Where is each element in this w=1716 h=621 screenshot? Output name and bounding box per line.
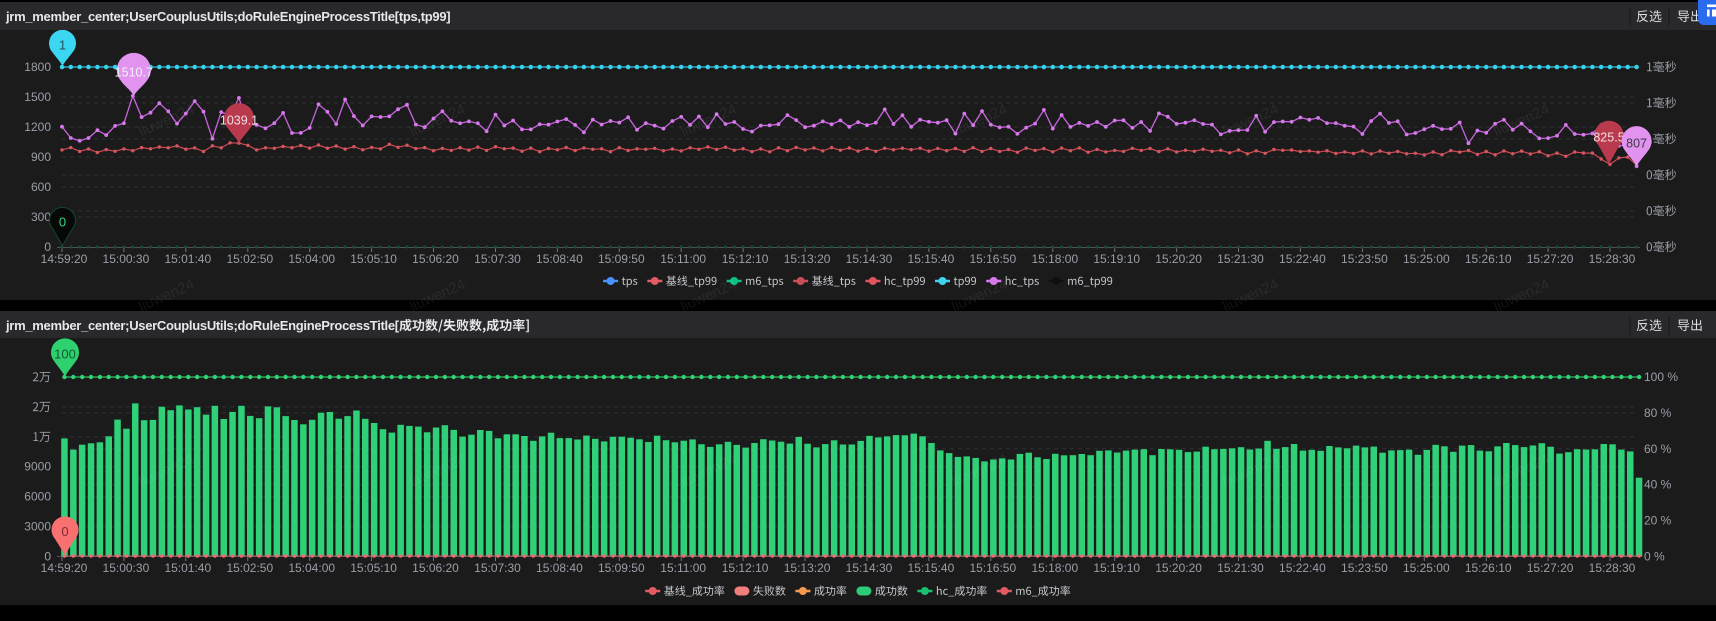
svg-text:0 %: 0 % — [1644, 550, 1665, 564]
svg-text:15:08:40: 15:08:40 — [536, 252, 583, 266]
svg-text:15:02:50: 15:02:50 — [226, 561, 273, 575]
svg-text:15:07:30: 15:07:30 — [474, 252, 521, 266]
svg-text:15:19:10: 15:19:10 — [1093, 561, 1140, 575]
svg-text:1200: 1200 — [24, 120, 51, 134]
svg-text:900: 900 — [31, 150, 51, 164]
svg-text:807: 807 — [1626, 137, 1647, 151]
svg-text:15:14:30: 15:14:30 — [846, 561, 893, 575]
svg-text:15:00:30: 15:00:30 — [103, 252, 150, 266]
svg-text:14:59:20: 14:59:20 — [41, 252, 88, 266]
svg-text:15:26:10: 15:26:10 — [1465, 561, 1512, 575]
svg-text:1039.1: 1039.1 — [220, 114, 258, 128]
svg-text:15:04:00: 15:04:00 — [288, 252, 335, 266]
svg-text:6000: 6000 — [24, 490, 51, 504]
svg-text:15:25:00: 15:25:00 — [1403, 252, 1450, 266]
svg-text:15:16:50: 15:16:50 — [969, 252, 1016, 266]
svg-text:15:15:40: 15:15:40 — [908, 561, 955, 575]
svg-text:14:59:20: 14:59:20 — [41, 561, 88, 575]
svg-text:15:25:00: 15:25:00 — [1403, 561, 1450, 575]
svg-text:15:18:00: 15:18:00 — [1031, 561, 1078, 575]
svg-text:1800: 1800 — [24, 60, 51, 74]
svg-text:15:00:30: 15:00:30 — [103, 561, 150, 575]
svg-text:15:22:40: 15:22:40 — [1279, 561, 1326, 575]
svg-text:1510.7: 1510.7 — [115, 66, 153, 80]
svg-text:15:09:50: 15:09:50 — [598, 252, 645, 266]
svg-text:15:20:20: 15:20:20 — [1155, 561, 1202, 575]
svg-text:100: 100 — [54, 347, 76, 362]
svg-text:15:11:00: 15:11:00 — [660, 561, 706, 575]
svg-text:0: 0 — [59, 215, 66, 230]
svg-text:15:27:20: 15:27:20 — [1527, 252, 1574, 266]
svg-text:0: 0 — [61, 524, 68, 539]
svg-text:15:19:10: 15:19:10 — [1093, 252, 1140, 266]
svg-text:15:07:30: 15:07:30 — [474, 561, 521, 575]
svg-text:15:02:50: 15:02:50 — [226, 252, 273, 266]
svg-text:15:13:20: 15:13:20 — [784, 561, 831, 575]
svg-text:15:05:10: 15:05:10 — [350, 252, 397, 266]
svg-text:15:08:40: 15:08:40 — [536, 561, 583, 575]
svg-text:15:14:30: 15:14:30 — [846, 252, 893, 266]
svg-text:15:06:20: 15:06:20 — [412, 252, 459, 266]
svg-text:jrm_member_center;UserCouplusU: jrm_member_center;UserCouplusUtils;doRul… — [5, 318, 400, 333]
svg-text:15:18:00: 15:18:00 — [1031, 252, 1078, 266]
svg-text:1500: 1500 — [24, 90, 51, 104]
svg-text:15:21:30: 15:21:30 — [1217, 561, 1264, 575]
svg-text:40 %: 40 % — [1644, 478, 1672, 492]
svg-text:15:16:50: 15:16:50 — [969, 561, 1016, 575]
svg-text:15:13:20: 15:13:20 — [784, 252, 831, 266]
svg-text:9000: 9000 — [24, 460, 51, 474]
svg-text:15:09:50: 15:09:50 — [598, 561, 645, 575]
svg-text:15:04:00: 15:04:00 — [288, 561, 335, 575]
svg-text:15:12:10: 15:12:10 — [722, 252, 769, 266]
svg-text:15:27:20: 15:27:20 — [1527, 561, 1574, 575]
svg-text:15:15:40: 15:15:40 — [908, 252, 955, 266]
svg-text:15:05:10: 15:05:10 — [350, 561, 397, 575]
svg-text:15:22:40: 15:22:40 — [1279, 252, 1326, 266]
svg-text:60 %: 60 % — [1644, 442, 1672, 456]
svg-text:15:20:20: 15:20:20 — [1155, 252, 1202, 266]
svg-text:15:23:50: 15:23:50 — [1341, 252, 1388, 266]
svg-text:15:26:10: 15:26:10 — [1465, 252, 1512, 266]
svg-text:15:01:40: 15:01:40 — [164, 252, 211, 266]
svg-text:15:06:20: 15:06:20 — [412, 561, 459, 575]
svg-text:300: 300 — [31, 210, 51, 224]
svg-text:15:28:30: 15:28:30 — [1589, 561, 1636, 575]
svg-text:15:01:40: 15:01:40 — [164, 561, 211, 575]
svg-text:100 %: 100 % — [1644, 370, 1678, 384]
svg-text:15:23:50: 15:23:50 — [1341, 561, 1388, 575]
svg-text:jrm_member_center;UserCouplusU: jrm_member_center;UserCouplusUtils;doRul… — [5, 9, 450, 24]
svg-text:15:21:30: 15:21:30 — [1217, 252, 1264, 266]
svg-text:600: 600 — [31, 180, 51, 194]
svg-text:15:11:00: 15:11:00 — [660, 252, 706, 266]
svg-text:20 %: 20 % — [1644, 514, 1672, 528]
svg-text:15:28:30: 15:28:30 — [1589, 252, 1636, 266]
svg-text:3000: 3000 — [24, 520, 51, 534]
svg-text:15:12:10: 15:12:10 — [722, 561, 769, 575]
svg-text:1: 1 — [59, 38, 66, 53]
svg-text:80 %: 80 % — [1644, 406, 1672, 420]
svg-text:825.5: 825.5 — [1593, 131, 1624, 145]
